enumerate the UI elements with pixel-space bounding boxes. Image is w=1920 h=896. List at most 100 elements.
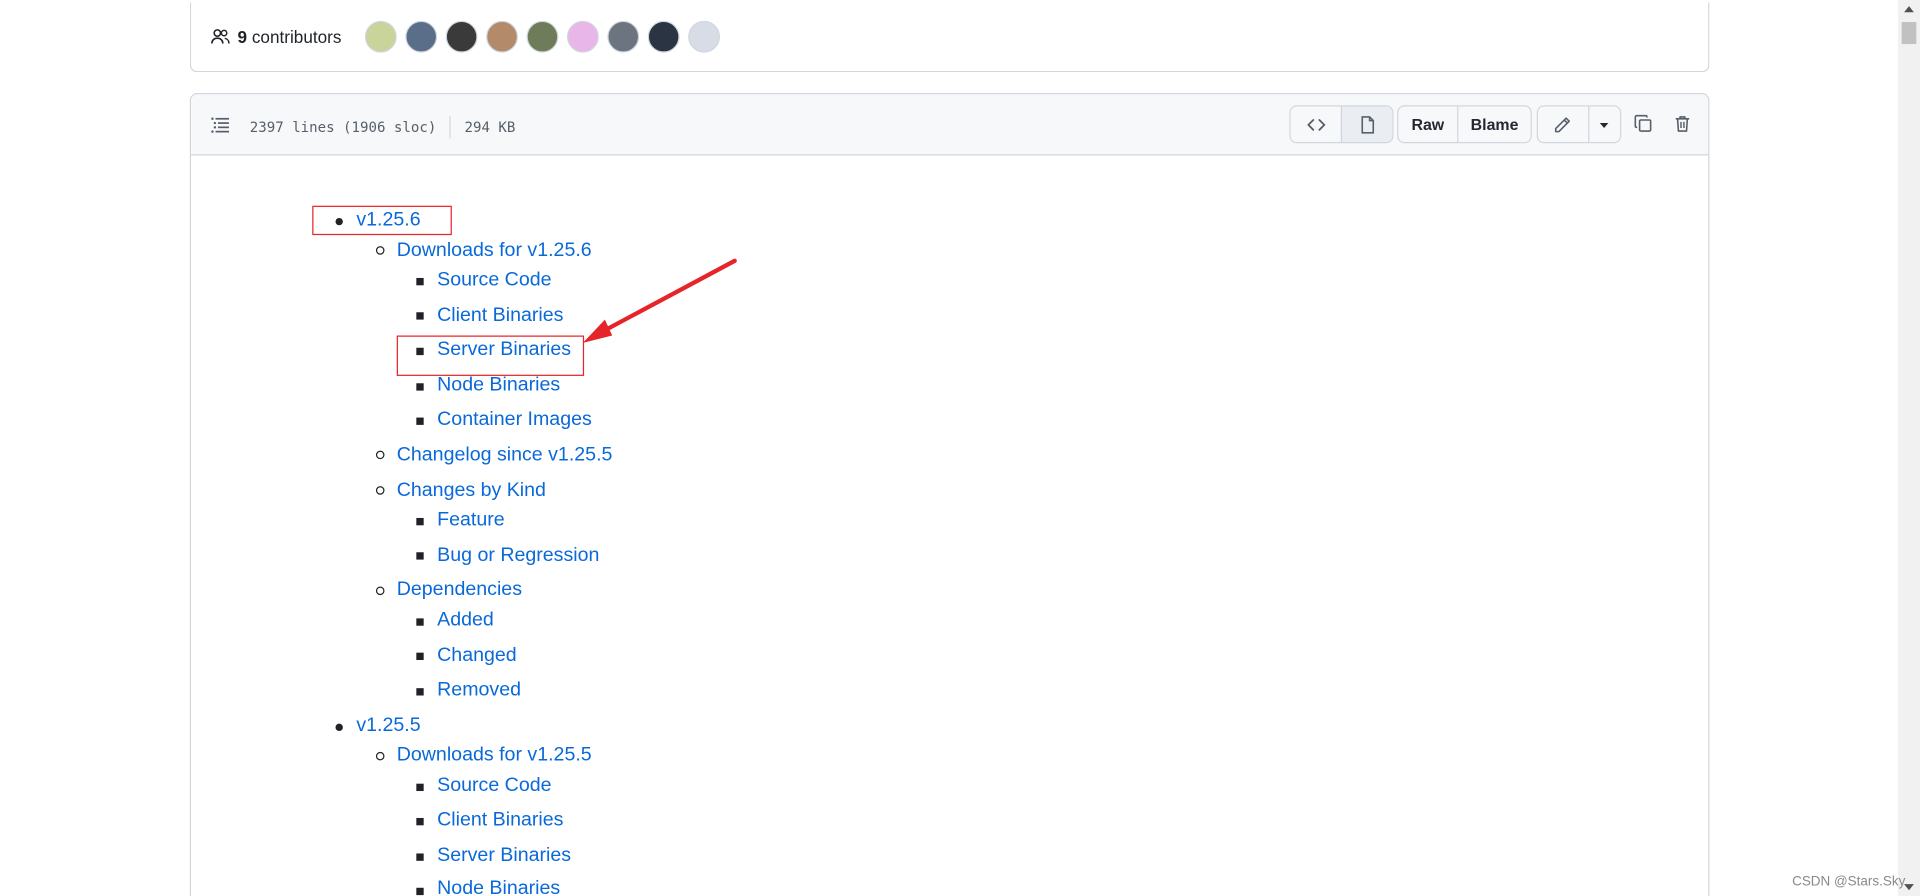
toc-source-code[interactable]: Source Code (437, 269, 551, 291)
bullet-square (416, 383, 424, 391)
readme-content (191, 156, 1708, 207)
file-lines: 2397 lines (1906 sloc) (249, 118, 437, 136)
copy-icon (1634, 114, 1652, 132)
toc-link[interactable]: Node Binaries (437, 878, 560, 896)
bullet-square (416, 552, 424, 560)
view-toggle (1289, 105, 1394, 144)
contributors-suffix: contributors (251, 26, 342, 47)
bullet-square (416, 817, 424, 826)
toc-added[interactable]: Added (437, 610, 494, 632)
edit-dropdown-button[interactable] (1587, 106, 1621, 143)
toc-node-binaries[interactable]: Node Binaries (437, 375, 560, 397)
scroll-down-arrow-icon[interactable] (1904, 884, 1914, 891)
edit-button[interactable] (1537, 106, 1588, 143)
delete-button[interactable] (1669, 110, 1696, 137)
toc-container-images[interactable]: Container Images (437, 409, 592, 431)
preview-view-button[interactable] (1340, 106, 1393, 143)
highlight-box-version (312, 205, 452, 236)
copy-button[interactable] (1630, 110, 1657, 137)
toc-link[interactable]: Dependencies (397, 579, 522, 600)
highlight-box-server-binaries (396, 335, 585, 376)
blame-button[interactable]: Blame (1457, 106, 1531, 143)
avatar-7[interactable] (607, 20, 640, 53)
bullet-square (416, 517, 424, 526)
avatar-1[interactable] (364, 20, 397, 53)
toc-link[interactable]: Feature (437, 509, 505, 530)
toc-link[interactable]: Changes by Kind (397, 480, 546, 501)
bullet-circle (375, 751, 385, 761)
toc-bug-or-regression[interactable]: Bug or Regression (437, 545, 599, 567)
toc-link[interactable]: Downloads for v1.25.6 (397, 240, 592, 261)
avatar-3[interactable] (445, 20, 478, 53)
bullet-square (416, 783, 424, 792)
toc-removed[interactable]: Removed (437, 680, 521, 702)
toc-client-binaries[interactable]: Client Binaries (437, 305, 563, 327)
code-view-button[interactable] (1290, 106, 1341, 143)
toc-link[interactable]: Removed (437, 680, 521, 701)
toc-link[interactable]: Changelog since v1.25.5 (397, 444, 613, 465)
scroll-up-arrow-icon[interactable] (1904, 6, 1914, 13)
trash-icon (1675, 116, 1690, 132)
avatar-6[interactable] (566, 20, 599, 53)
file-info: 2397 lines (1906 sloc) 294 KB (249, 116, 516, 139)
avatar-2[interactable] (405, 20, 438, 53)
divider (449, 116, 452, 139)
toc-changelog[interactable]: Changelog since v1.25.5 (397, 444, 613, 466)
bullet-square (416, 887, 424, 896)
toc-changed[interactable]: Changed (437, 645, 517, 667)
toc-changes-by-kind[interactable]: Changes by Kind (397, 480, 546, 502)
contributors-box: 9 contributors (189, 2, 1710, 73)
toc-feature[interactable]: Feature (437, 509, 505, 531)
toc-link[interactable]: Client Binaries (437, 305, 563, 326)
bullet-square (416, 417, 424, 425)
toc-link[interactable]: Downloads for v1.25.5 (397, 744, 592, 765)
bullet-circle (375, 586, 385, 596)
red-arrow-icon (582, 258, 737, 343)
toc-link[interactable]: Source Code (437, 269, 551, 290)
file-header: 2397 lines (1906 sloc) 294 KB Raw Blame (191, 94, 1709, 156)
toc-link[interactable]: Node Binaries (437, 375, 560, 396)
toc-link[interactable]: Added (437, 610, 494, 631)
bullet-square (416, 277, 424, 286)
avatar-5[interactable] (526, 20, 559, 53)
toc-link[interactable]: Source Code (437, 775, 551, 796)
watermark: CSDN @Stars.Sky (1792, 874, 1906, 889)
people-icon (211, 29, 230, 44)
contributors-link[interactable]: 9 contributors (211, 26, 342, 47)
bullet-square (416, 853, 424, 861)
toc-dependencies[interactable]: Dependencies (397, 579, 522, 601)
toc-client-binaries-2[interactable]: Client Binaries (437, 809, 563, 831)
raw-button[interactable]: Raw (1398, 106, 1458, 143)
toc-server-binaries-2[interactable]: Server Binaries (437, 845, 571, 867)
bullet-square (416, 618, 424, 626)
list-icon[interactable] (211, 115, 231, 135)
avatar-9[interactable] (688, 20, 721, 53)
toc-v1-25-5[interactable]: v1.25.5 (356, 715, 420, 737)
bullet-circle (375, 246, 385, 255)
toc-link[interactable]: Container Images (437, 409, 592, 430)
bullet-circle (375, 450, 385, 460)
page-scrollbar[interactable] (1897, 0, 1920, 896)
toc-downloads-v1-25-5[interactable]: Downloads for v1.25.5 (397, 744, 592, 766)
raw-blame-group: Raw Blame (1397, 105, 1532, 144)
toc-link[interactable]: Changed (437, 645, 517, 666)
toc-link[interactable]: Client Binaries (437, 809, 563, 830)
scroll-thumb[interactable] (1901, 22, 1917, 45)
file-icon (1360, 115, 1374, 134)
code-icon (1306, 118, 1325, 131)
bullet-square (416, 652, 424, 661)
toc-source-code-2[interactable]: Source Code (437, 775, 551, 797)
triangle-down-icon (1600, 122, 1609, 128)
avatar-8[interactable] (647, 20, 680, 53)
bullet-square (416, 688, 424, 696)
bullet-circle (375, 486, 385, 495)
avatar-4[interactable] (486, 20, 518, 53)
toc-link[interactable]: Bug or Regression (437, 545, 599, 566)
pencil-icon (1555, 116, 1571, 132)
toc-link[interactable]: v1.25.5 (356, 715, 420, 736)
contributors-count: 9 (237, 26, 248, 47)
toc-link[interactable]: Server Binaries (437, 845, 571, 866)
toc-node-binaries-2[interactable]: Node Binaries (437, 878, 560, 896)
edit-group (1536, 105, 1622, 144)
toc-downloads-v1-25-6[interactable]: Downloads for v1.25.6 (397, 240, 592, 262)
